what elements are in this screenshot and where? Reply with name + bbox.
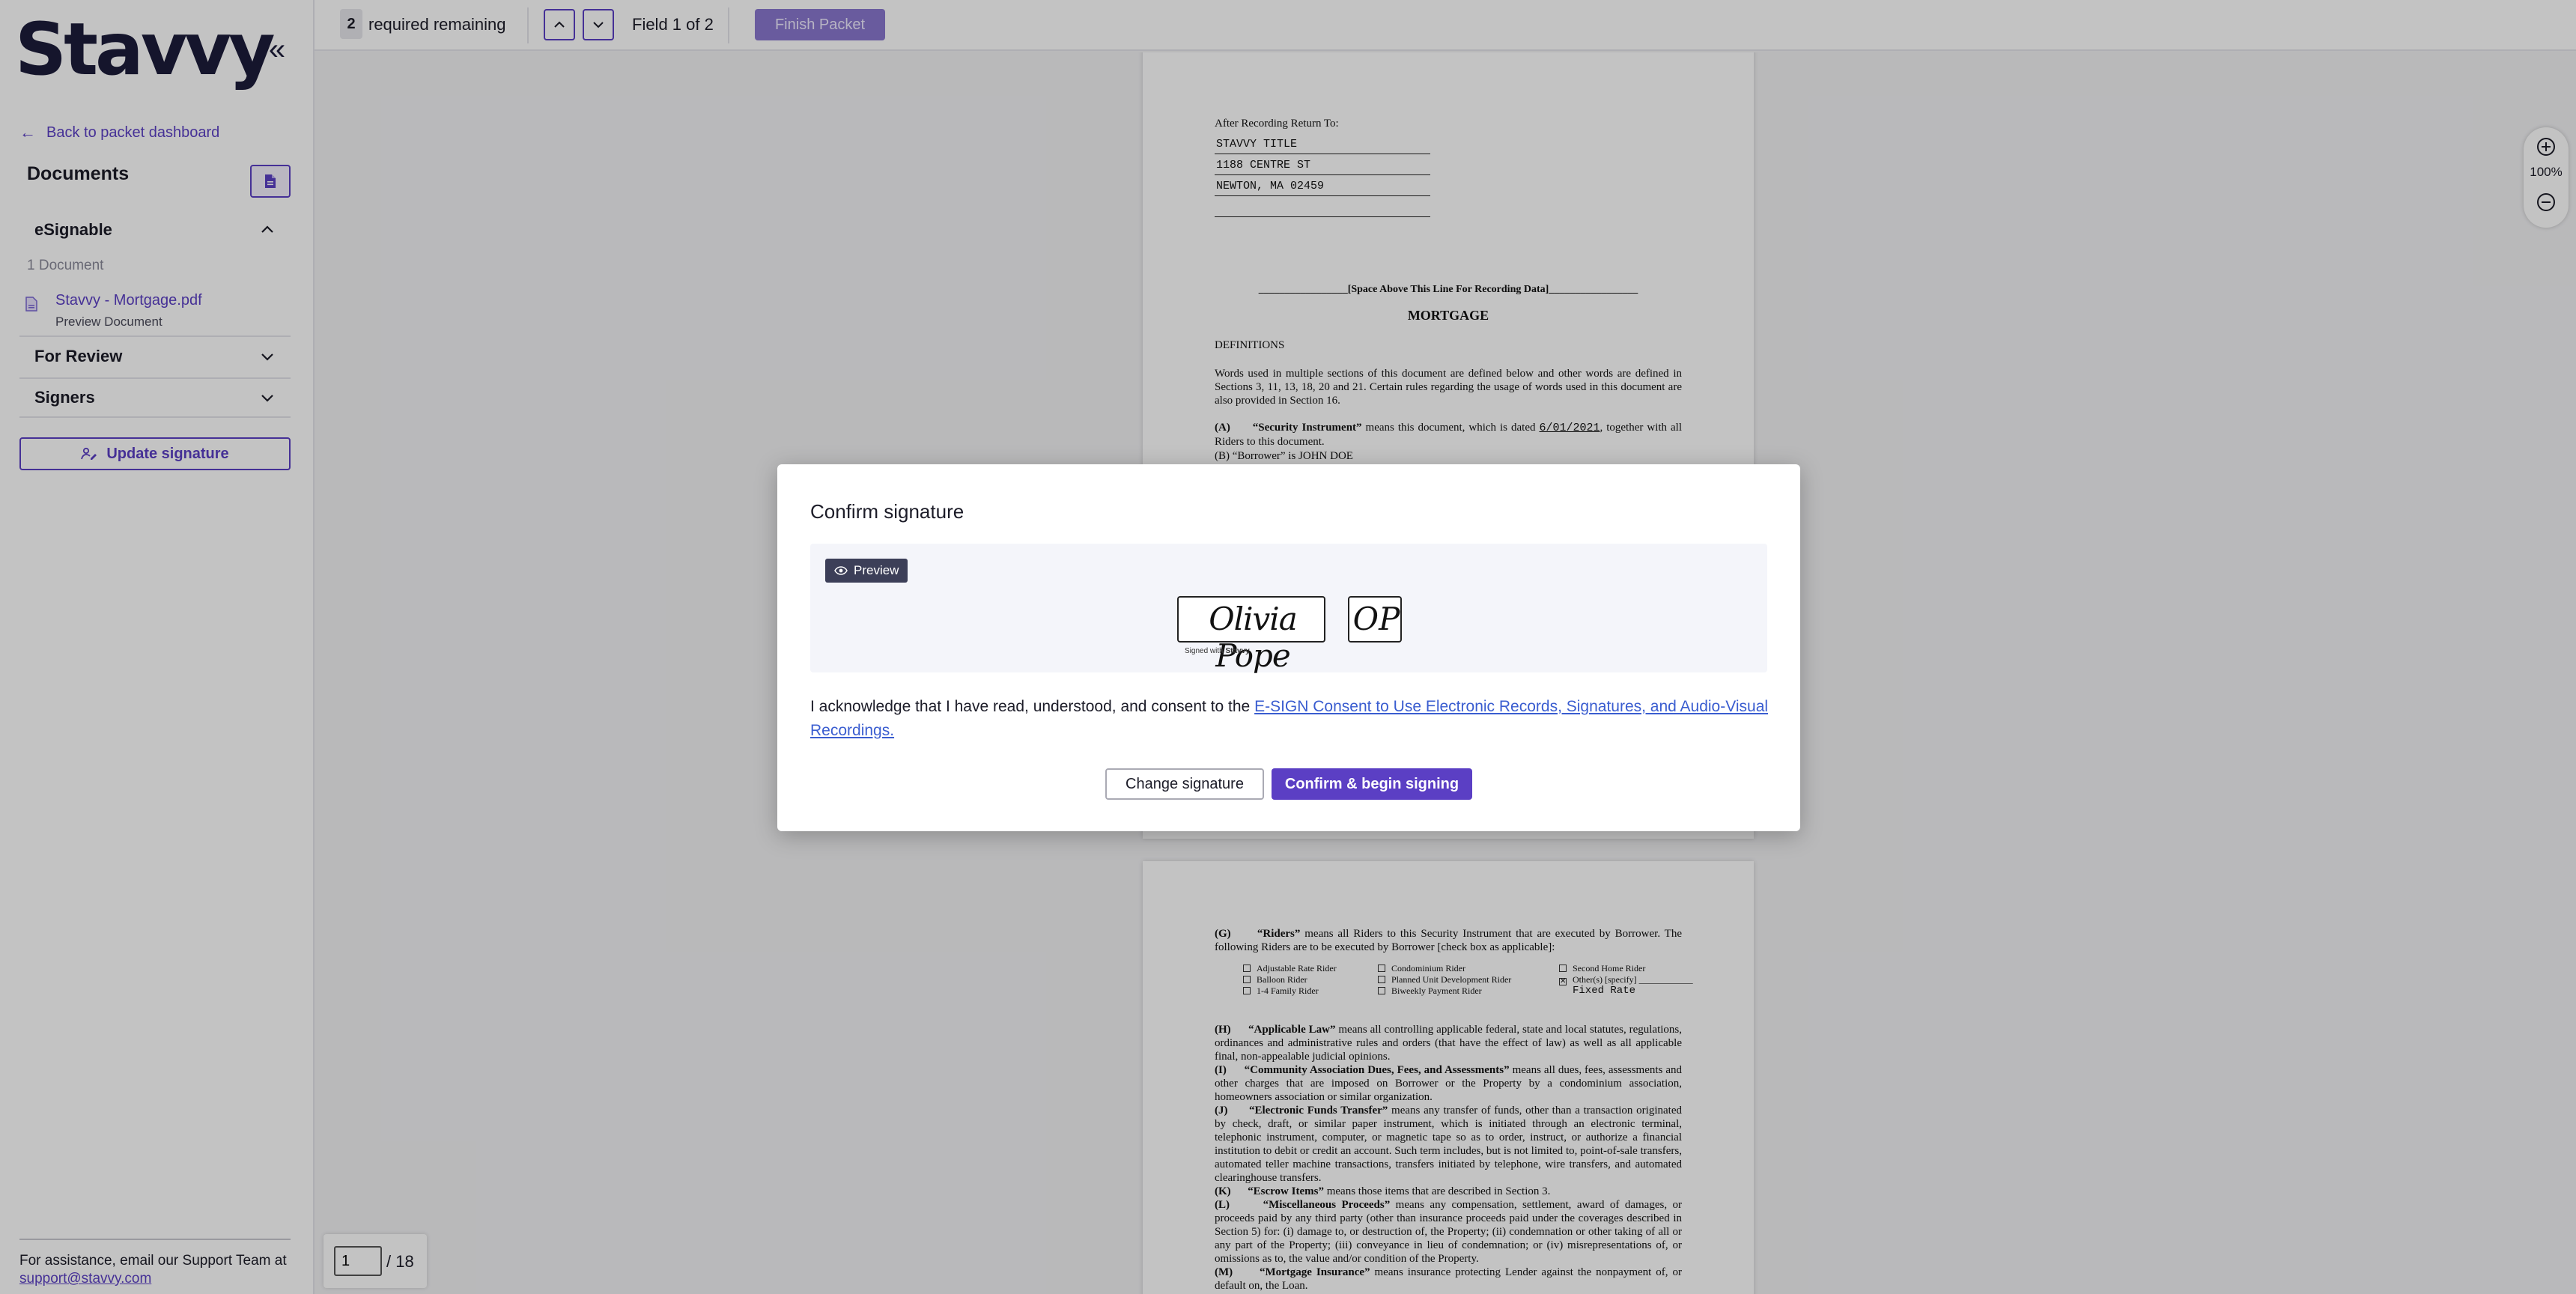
- signature-text: Olivia Pope: [1209, 601, 1298, 674]
- eye-icon: [834, 566, 848, 575]
- dialog-title: Confirm signature: [810, 500, 965, 523]
- signed-with-stavvy: Signed with Stavvy: [1185, 647, 1250, 655]
- change-signature-button[interactable]: Change signature: [1105, 768, 1264, 800]
- initials-preview: OP: [1348, 596, 1402, 643]
- initials-text: OP: [1352, 601, 1400, 637]
- acknowledgement-text: I acknowledge that I have read, understo…: [810, 695, 1769, 743]
- preview-badge: Preview: [825, 559, 908, 583]
- signature-preview: Olivia Pope Signed with Stavvy: [1177, 596, 1325, 674]
- signature-preview-area: Preview Olivia Pope Signed with Stavvy O…: [810, 544, 1767, 674]
- acknowledgement-prefix: I acknowledge that I have read, understo…: [810, 698, 1255, 715]
- confirm-begin-signing-button[interactable]: Confirm & begin signing: [1272, 768, 1472, 800]
- preview-badge-label: Preview: [854, 563, 899, 577]
- confirm-signature-dialog: Confirm signature Preview Olivia Pope Si…: [777, 464, 1800, 831]
